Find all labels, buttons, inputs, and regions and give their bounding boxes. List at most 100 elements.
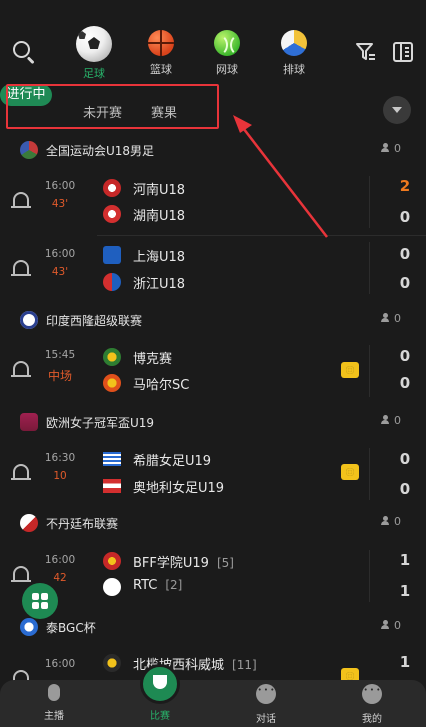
video-highlight-icon[interactable] <box>341 362 359 378</box>
bell-icon[interactable] <box>11 260 31 276</box>
viewer-count: 0 <box>381 312 411 325</box>
team-name: 希腊女足U19 <box>133 454 212 469</box>
team-name: 湖南U18 <box>133 209 186 224</box>
volleyball-icon <box>281 30 307 56</box>
viewer-count: 0 <box>381 142 411 155</box>
league-logo <box>20 311 38 329</box>
league-name: 欧洲女子冠军盃U19 <box>46 416 155 430</box>
away-score: 1 <box>399 582 411 600</box>
nav-chat[interactable]: 对话 <box>236 684 296 725</box>
chat-icon <box>256 684 276 704</box>
match-minute: 中场 <box>47 369 72 383</box>
sport-label: 篮球 <box>150 63 172 76</box>
microphone-icon <box>48 684 60 701</box>
away-score: 0 <box>399 274 411 292</box>
divider <box>369 448 370 500</box>
match-minute: 10 <box>53 470 67 482</box>
match-time: 15:45 <box>44 349 76 361</box>
league-logo <box>20 141 38 159</box>
divider <box>369 550 370 602</box>
league-header[interactable]: 欧洲女子冠军盃U19 0 <box>0 406 426 438</box>
team-logo <box>103 654 121 672</box>
team-logo <box>103 578 121 596</box>
home-score: 0 <box>399 347 411 365</box>
tennis-ball-icon <box>214 30 240 56</box>
top-bar: 足球 篮球 网球 排球 <box>0 0 426 84</box>
team-name: 马哈尔SC <box>133 378 190 393</box>
nav-matches[interactable]: 比赛 <box>130 664 190 722</box>
person-icon <box>381 516 389 526</box>
match-time: 16:00 <box>44 554 76 566</box>
greece-flag-icon <box>103 452 121 466</box>
team-logo <box>103 273 121 291</box>
bell-icon[interactable] <box>11 566 31 582</box>
nav-live[interactable]: 主播 <box>24 684 84 722</box>
sport-tab-football[interactable]: 足球 <box>69 26 119 81</box>
sport-label: 网球 <box>216 63 238 76</box>
profile-icon <box>362 684 382 704</box>
league-header[interactable]: 全国运动会U18男足 0 <box>0 134 426 166</box>
match-time: 16:30 <box>44 452 76 464</box>
league-logo <box>20 514 38 532</box>
team-logo <box>103 246 121 264</box>
match-row[interactable]: 15:45 中场 博克赛 马哈尔SC 0 0 <box>0 337 426 403</box>
search-icon[interactable] <box>12 40 36 64</box>
divider <box>369 345 370 397</box>
video-highlight-icon[interactable] <box>341 464 359 480</box>
nav-label: 主播 <box>44 711 64 722</box>
team-name: 上海U18 <box>133 250 186 265</box>
league-logo <box>20 413 38 431</box>
sport-label: 足球 <box>83 67 105 80</box>
league-header[interactable]: 印度西隆超级联赛 0 <box>0 304 426 336</box>
divider <box>369 176 370 228</box>
match-time: 16:00 <box>44 248 76 260</box>
league-name: 泰BGC杯 <box>46 621 96 635</box>
team-logo <box>103 348 121 366</box>
match-row[interactable]: 16:30 10 希腊女足U19 奥地利女足U19 0 0 <box>0 440 426 506</box>
sport-tab-tennis[interactable]: 网球 <box>202 30 252 77</box>
league-header[interactable]: 泰BGC杯 0 <box>0 611 426 643</box>
league-name: 不丹廷布联赛 <box>46 517 119 531</box>
trophy-icon <box>140 664 180 704</box>
sport-tab-basketball[interactable]: 篮球 <box>136 30 186 77</box>
league-header[interactable]: 不丹廷布联赛 0 <box>0 507 426 539</box>
team-name: 浙江U18 <box>133 277 186 292</box>
match-time: 16:00 <box>44 180 76 192</box>
match-row[interactable]: 16:00 42 BFF学院U19 [5] RTC [2] 1 1 <box>0 542 426 608</box>
match-minute: 43' <box>51 198 69 210</box>
person-icon <box>381 415 389 425</box>
team-logo <box>103 374 121 392</box>
bell-icon[interactable] <box>11 192 31 208</box>
away-score: 0 <box>399 374 411 392</box>
team-name: 博克赛 <box>133 352 173 367</box>
away-score: 0 <box>399 208 411 226</box>
home-score: 0 <box>399 450 411 468</box>
sport-label: 排球 <box>283 63 305 76</box>
nav-profile[interactable]: 我的 <box>342 684 402 725</box>
nav-label: 对话 <box>256 714 276 725</box>
grid-menu-button[interactable] <box>22 583 58 619</box>
match-row[interactable]: 16:00 43' 河南U18 湖南U18 2 0 <box>0 168 426 234</box>
match-row[interactable]: 16:00 43' 上海U18 浙江U18 0 0 <box>0 236 426 302</box>
person-icon <box>381 313 389 323</box>
viewer-count: 0 <box>381 414 411 427</box>
away-score: 0 <box>399 480 411 498</box>
layout-icon[interactable] <box>391 40 415 64</box>
nav-label: 比赛 <box>150 711 170 722</box>
soccer-ball-icon <box>76 26 112 62</box>
match-time: 16:00 <box>44 658 76 670</box>
filter-icon[interactable] <box>354 40 378 64</box>
viewer-count: 0 <box>381 619 411 632</box>
bell-icon[interactable] <box>11 464 31 480</box>
sport-tab-volleyball[interactable]: 排球 <box>269 30 319 77</box>
bell-icon[interactable] <box>11 361 31 377</box>
chevron-down-icon[interactable] <box>383 96 411 124</box>
austria-flag-icon <box>103 479 121 493</box>
viewer-count: 0 <box>381 515 411 528</box>
league-name: 全国运动会U18男足 <box>46 144 155 158</box>
team-name: RTC [2] <box>133 578 183 593</box>
league-name: 印度西隆超级联赛 <box>46 314 143 328</box>
team-name: 河南U18 <box>133 183 186 198</box>
team-name: BFF学院U19 [5] <box>133 556 234 571</box>
nav-label: 我的 <box>362 714 382 725</box>
